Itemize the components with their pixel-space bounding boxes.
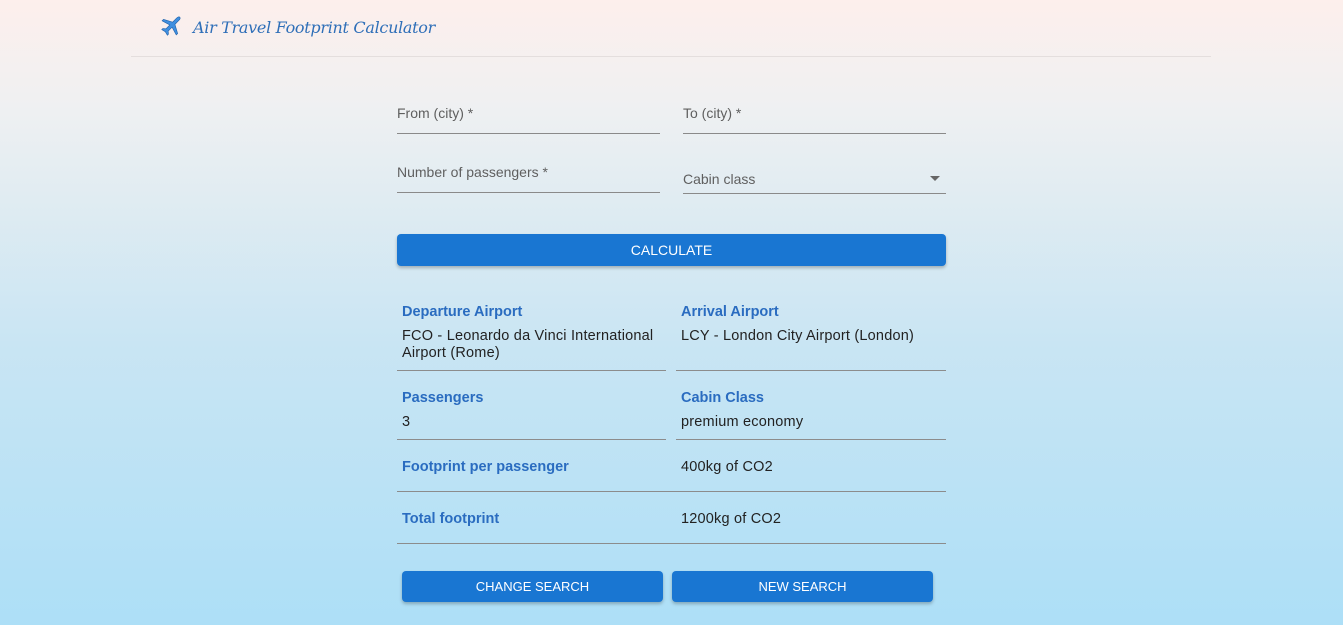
new-search-button[interactable]: NEW SEARCH: [672, 571, 933, 602]
passengers-label: Number of passengers *: [397, 164, 548, 180]
footprint-per-passenger-value: 400kg of CO2: [681, 459, 773, 475]
total-footprint-row: Total footprint 1200kg of CO2: [397, 491, 946, 544]
departure-airport-value: FCO - Leonardo da Vinci International Ai…: [402, 328, 654, 361]
footprint-per-passenger-label: Footprint per passenger: [402, 459, 569, 475]
cabin-class-result-value: premium economy: [681, 414, 804, 430]
app-title: Air Travel Footprint Calculator: [193, 18, 435, 37]
total-footprint-label: Total footprint: [402, 511, 500, 527]
to-city-label: To (city) *: [683, 105, 742, 121]
departure-airport-cell: Departure Airport FCO - Leonardo da Vinc…: [397, 297, 666, 371]
arrival-airport-cell: Arrival Airport LCY - London City Airpor…: [676, 297, 946, 371]
chevron-down-icon[interactable]: [930, 176, 940, 181]
to-city-field[interactable]: To (city) *: [683, 103, 946, 134]
cabin-class-result-label: Cabin Class: [681, 390, 764, 406]
passengers-field[interactable]: Number of passengers *: [397, 162, 660, 193]
departure-airport-label: Departure Airport: [402, 304, 523, 320]
change-search-button[interactable]: CHANGE SEARCH: [402, 571, 663, 602]
footprint-per-passenger-row: Footprint per passenger 400kg of CO2: [397, 439, 946, 492]
app-header: Air Travel Footprint Calculator: [131, 0, 1211, 57]
airplane-icon: [161, 16, 181, 36]
total-footprint-value: 1200kg of CO2: [681, 511, 782, 527]
arrival-airport-label: Arrival Airport: [681, 304, 779, 320]
calculate-button[interactable]: CALCULATE: [397, 234, 946, 266]
arrival-airport-value: LCY - London City Airport (London): [681, 328, 915, 344]
passengers-result-label: Passengers: [402, 390, 484, 406]
cabin-class-select[interactable]: Cabin class: [683, 163, 946, 194]
cabin-class-label: Cabin class: [683, 171, 756, 187]
passengers-cell: Passengers 3: [397, 383, 666, 440]
cabin-class-cell: Cabin Class premium economy: [676, 383, 946, 440]
from-city-field[interactable]: From (city) *: [397, 103, 660, 134]
passengers-result-value: 3: [402, 414, 411, 430]
from-city-label: From (city) *: [397, 105, 474, 121]
